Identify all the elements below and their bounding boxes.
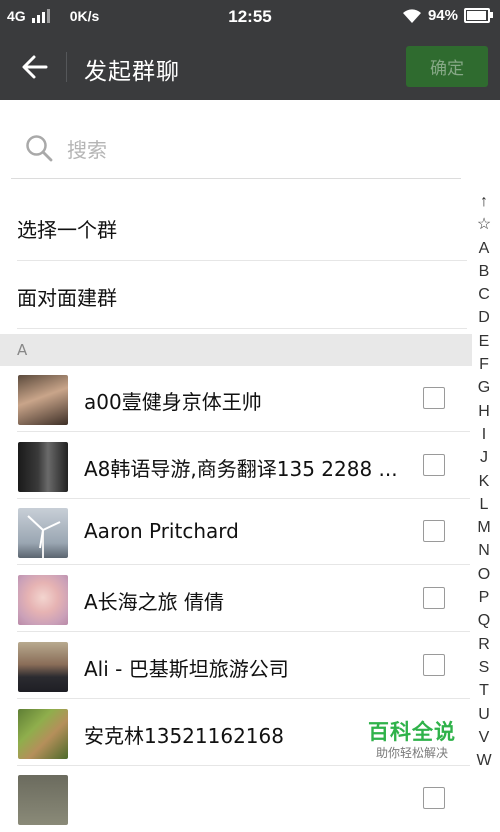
index-letter[interactable]: O <box>474 563 494 586</box>
row-divider <box>17 431 470 432</box>
contact-checkbox[interactable] <box>423 587 445 609</box>
status-bar: 4G 0K/s 12:55 94% <box>0 0 500 34</box>
contact-checkbox[interactable] <box>423 787 445 809</box>
contact-checkbox[interactable] <box>423 387 445 409</box>
index-letter[interactable]: B <box>474 260 494 283</box>
avatar <box>18 775 68 825</box>
option-label: 选择一个群 <box>17 218 117 242</box>
contact-name: Aaron Pritchard <box>84 519 239 543</box>
index-letter[interactable]: T <box>474 679 494 702</box>
index-letter[interactable]: H <box>474 400 494 423</box>
contact-row[interactable]: Aaron Pritchard <box>0 499 470 565</box>
title-bar: 发起群聊 确定 <box>0 34 500 100</box>
index-letter[interactable]: E <box>474 330 494 353</box>
select-group-option[interactable]: 选择一个群 <box>17 194 467 261</box>
page-title: 发起群聊 <box>84 59 180 85</box>
index-letter[interactable]: I <box>474 423 494 446</box>
avatar <box>18 442 68 492</box>
contact-name: 安克林13521162168 <box>84 724 284 748</box>
face-to-face-group-option[interactable]: 面对面建群 <box>17 262 467 329</box>
battery-icon <box>464 8 493 23</box>
contact-checkbox[interactable] <box>423 520 445 542</box>
avatar <box>18 642 68 692</box>
contact-row[interactable]: A8韩语导游,商务翻译135 2288 ... <box>0 433 470 499</box>
wifi-icon <box>402 8 421 23</box>
index-letter[interactable]: K <box>474 470 494 493</box>
avatar <box>18 575 68 625</box>
index-letter[interactable]: L <box>474 493 494 516</box>
contact-row[interactable] <box>0 766 470 832</box>
index-letter[interactable]: Q <box>474 609 494 632</box>
row-divider <box>17 631 470 632</box>
row-divider <box>17 564 470 565</box>
index-letter[interactable]: R <box>474 633 494 656</box>
avatar <box>18 375 68 425</box>
contact-checkbox[interactable] <box>423 654 445 676</box>
index-letter[interactable]: U <box>474 703 494 726</box>
index-letter[interactable]: V <box>474 726 494 749</box>
watermark-sub: 助你轻松解决 <box>375 746 448 760</box>
title-divider <box>66 52 67 82</box>
index-letter[interactable]: C <box>474 283 494 306</box>
contact-name: Ali - 巴基斯坦旅游公司 <box>84 657 289 681</box>
confirm-button[interactable]: 确定 <box>406 46 488 87</box>
index-letter[interactable]: N <box>474 539 494 562</box>
search-icon <box>26 135 53 162</box>
index-letter[interactable]: W <box>474 749 494 772</box>
watermark-main: 百科全说 <box>368 720 456 744</box>
alphabet-index[interactable]: ↑ ☆ A B C D E F G H I J K L M N O P Q R S T U V W <box>474 190 494 772</box>
index-letter[interactable]: ↑ <box>474 190 494 213</box>
wind-turbine-image <box>27 515 61 558</box>
contact-name: A8韩语导游,商务翻译135 2288 ... <box>84 457 398 481</box>
contact-row[interactable]: A长海之旅 倩倩 <box>0 566 470 632</box>
index-letter[interactable]: D <box>474 306 494 329</box>
index-letter[interactable]: G <box>474 376 494 399</box>
battery-percent: 94% <box>427 7 458 24</box>
contact-name: a00壹健身京体王帅 <box>84 390 262 414</box>
avatar <box>18 508 68 558</box>
index-letter[interactable]: M <box>474 516 494 539</box>
arrow-left-icon[interactable] <box>20 52 50 82</box>
row-divider <box>17 698 470 699</box>
contact-row[interactable]: Ali - 巴基斯坦旅游公司 <box>0 633 470 699</box>
search-input[interactable]: 搜索 <box>67 134 107 163</box>
search-bar[interactable]: 搜索 <box>11 114 461 179</box>
index-letter[interactable]: J <box>474 446 494 469</box>
index-letter[interactable]: ☆ <box>474 213 494 236</box>
status-right: 94% <box>402 7 493 24</box>
contact-name: A长海之旅 倩倩 <box>84 590 225 614</box>
index-letter[interactable]: S <box>474 656 494 679</box>
contact-checkbox[interactable] <box>423 454 445 476</box>
contact-row[interactable]: a00壹健身京体王帅 <box>0 366 470 432</box>
watermark-logo: 百科全说 助你轻松解决 <box>364 716 460 761</box>
index-letter[interactable]: A <box>474 237 494 260</box>
section-letter: A <box>17 341 28 359</box>
section-header: A <box>0 334 472 366</box>
avatar <box>18 709 68 759</box>
index-letter[interactable]: F <box>474 353 494 376</box>
index-letter[interactable]: P <box>474 586 494 609</box>
option-label: 面对面建群 <box>17 286 117 310</box>
